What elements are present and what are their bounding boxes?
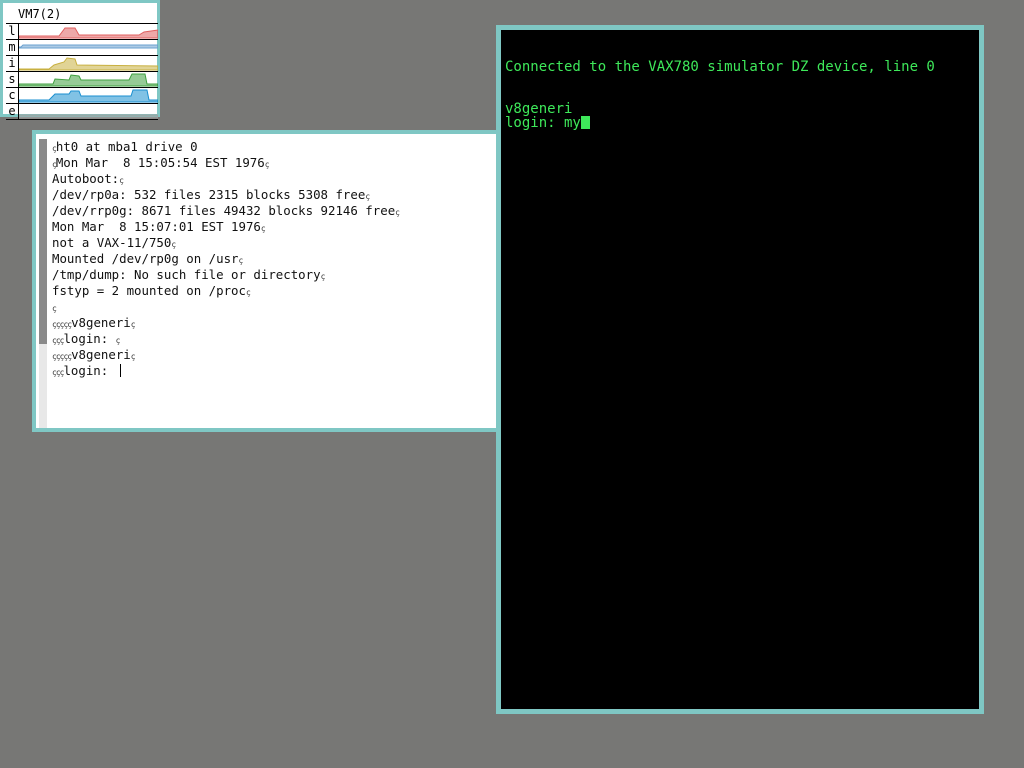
vm-meter-trace (19, 73, 158, 87)
console-line-text: /tmp/dump: No such file or directory (52, 267, 321, 282)
carriage-return-glyph: ç (395, 208, 400, 217)
vm-meter-trace (19, 57, 158, 71)
vm-meter-window[interactable]: VM7(2) lmisce (0, 0, 160, 120)
console-line: çççlogin: ç (52, 331, 492, 347)
console-line: /dev/rp0a: 532 files 2315 blocks 5308 fr… (52, 187, 492, 203)
console-line-text: Mon Mar 8 15:07:01 EST 1976 (52, 219, 261, 234)
carriage-return-glyph: ç (238, 256, 244, 265)
console-line-text: Mounted /dev/rp0g on /usr (52, 251, 239, 266)
vm-meter-trace-path (19, 27, 158, 39)
vm-meter-trace-path (19, 73, 158, 87)
console-line-text: /dev/rrp0g: 8671 files 49432 blocks 9214… (52, 203, 396, 218)
console-line-text: v8generi (71, 347, 131, 362)
vm-meter-trace-path (19, 44, 158, 49)
console-panel[interactable]: çht0 at mba1 drive 0 çMon Mar 8 15:05:54 … (36, 134, 498, 428)
vm-meter-row: l (6, 24, 158, 40)
console-line: çMon Mar 8 15:05:54 EST 1976ç (52, 155, 492, 171)
vm-meter-row-label: i (6, 56, 19, 71)
terminal-panel[interactable]: Connected to the VAX780 simulator DZ dev… (501, 30, 979, 709)
vm-meter-trace (19, 44, 158, 49)
vm-meter-row-label: l (6, 24, 19, 39)
console-line-text: fstyp = 2 mounted on /proc (52, 283, 246, 298)
console-line: /tmp/dump: No such file or directoryç (52, 267, 492, 283)
vm-meter-trace (19, 114, 158, 119)
console-output[interactable]: çht0 at mba1 drive 0 çMon Mar 8 15:05:54 … (52, 139, 492, 379)
carriage-return-glyph: ççç (52, 336, 64, 345)
vm-meter-row: c (6, 88, 158, 104)
vm-meter-rows: lmisce (6, 23, 158, 120)
vm-meter-trace-path (19, 57, 158, 71)
console-line: çht0 at mba1 drive 0 (52, 139, 492, 155)
terminal-output[interactable]: Connected to the VAX780 simulator DZ dev… (505, 60, 935, 130)
vm-meter-trace-path (19, 89, 158, 103)
console-line: /dev/rrp0g: 8671 files 49432 blocks 9214… (52, 203, 492, 219)
console-line-text: v8generi (71, 315, 131, 330)
terminal-line: login: my (505, 116, 935, 130)
console-line-text: /dev/rp0a: 532 files 2315 blocks 5308 fr… (52, 187, 366, 202)
console-line: Mon Mar 8 15:07:01 EST 1976ç (52, 219, 492, 235)
vm-meter-trace (19, 27, 158, 39)
vm-meter-row: i (6, 56, 158, 72)
console-line-text: Mon Mar 8 15:05:54 EST 1976 (55, 155, 265, 170)
console-line: Autoboot:ç (52, 171, 492, 187)
console-line: not a VAX-11/750ç (52, 235, 492, 251)
carriage-return-glyph: ç (171, 240, 176, 249)
vm-meter-trace-path (19, 114, 158, 119)
vm-meter-row: s (6, 72, 158, 88)
console-line-text: ht0 at mba1 drive 0 (55, 139, 198, 154)
vm-meter-trace (19, 89, 158, 103)
carriage-return-glyph: ç (52, 304, 57, 313)
console-line: çççlogin: (52, 363, 492, 379)
carriage-return-glyph: ççççç (52, 320, 72, 329)
carriage-return-glyph: ççç (52, 368, 64, 377)
console-line: çççççv8generiç (52, 347, 492, 363)
console-line-text: not a VAX-11/750 (52, 235, 172, 250)
console-scrollbar[interactable] (39, 139, 47, 428)
vm-meter-row-label: c (6, 88, 19, 103)
vm-meter-row: m (6, 40, 158, 56)
console-line: ç (52, 299, 492, 315)
console-line-text: login: (63, 363, 116, 378)
vm-meter-row-label: s (6, 72, 19, 87)
carriage-return-glyph: ç (365, 192, 370, 201)
block-cursor-icon (580, 116, 590, 129)
carriage-return-glyph: ççççç (52, 352, 72, 361)
carriage-return-glyph: ç (130, 352, 136, 361)
carriage-return-glyph: ç (260, 224, 266, 233)
vm-meter-panel: VM7(2) lmisce (3, 3, 158, 120)
terminal-line: Connected to the VAX780 simulator DZ dev… (505, 59, 935, 75)
carriage-return-glyph: ç (130, 320, 136, 329)
carriage-return-glyph: ç (320, 272, 326, 281)
vm-meter-title: VM7(2) (18, 7, 62, 21)
terminal-window[interactable]: Connected to the VAX780 simulator DZ dev… (496, 25, 984, 714)
console-scrollbar-thumb[interactable] (39, 139, 47, 344)
terminal-line: v8generi (505, 101, 573, 117)
carriage-return-glyph: ç (115, 336, 121, 345)
console-line-text: Autoboot: (52, 171, 120, 186)
carriage-return-glyph: ç (245, 288, 251, 297)
vm-meter-row-label: m (6, 40, 19, 55)
vm-meter-row-label: e (6, 104, 19, 119)
vm-meter-row: e (6, 104, 158, 120)
text-cursor-icon (119, 364, 121, 377)
console-line-text: login: (63, 331, 116, 346)
console-line: çççççv8generiç (52, 315, 492, 331)
console-window[interactable]: çht0 at mba1 drive 0 çMon Mar 8 15:05:54 … (32, 130, 498, 432)
console-line: Mounted /dev/rp0g on /usrç (52, 251, 492, 267)
console-line: fstyp = 2 mounted on /procç (52, 283, 492, 299)
carriage-return-glyph: ç (264, 160, 270, 169)
carriage-return-glyph: ç (119, 176, 124, 185)
